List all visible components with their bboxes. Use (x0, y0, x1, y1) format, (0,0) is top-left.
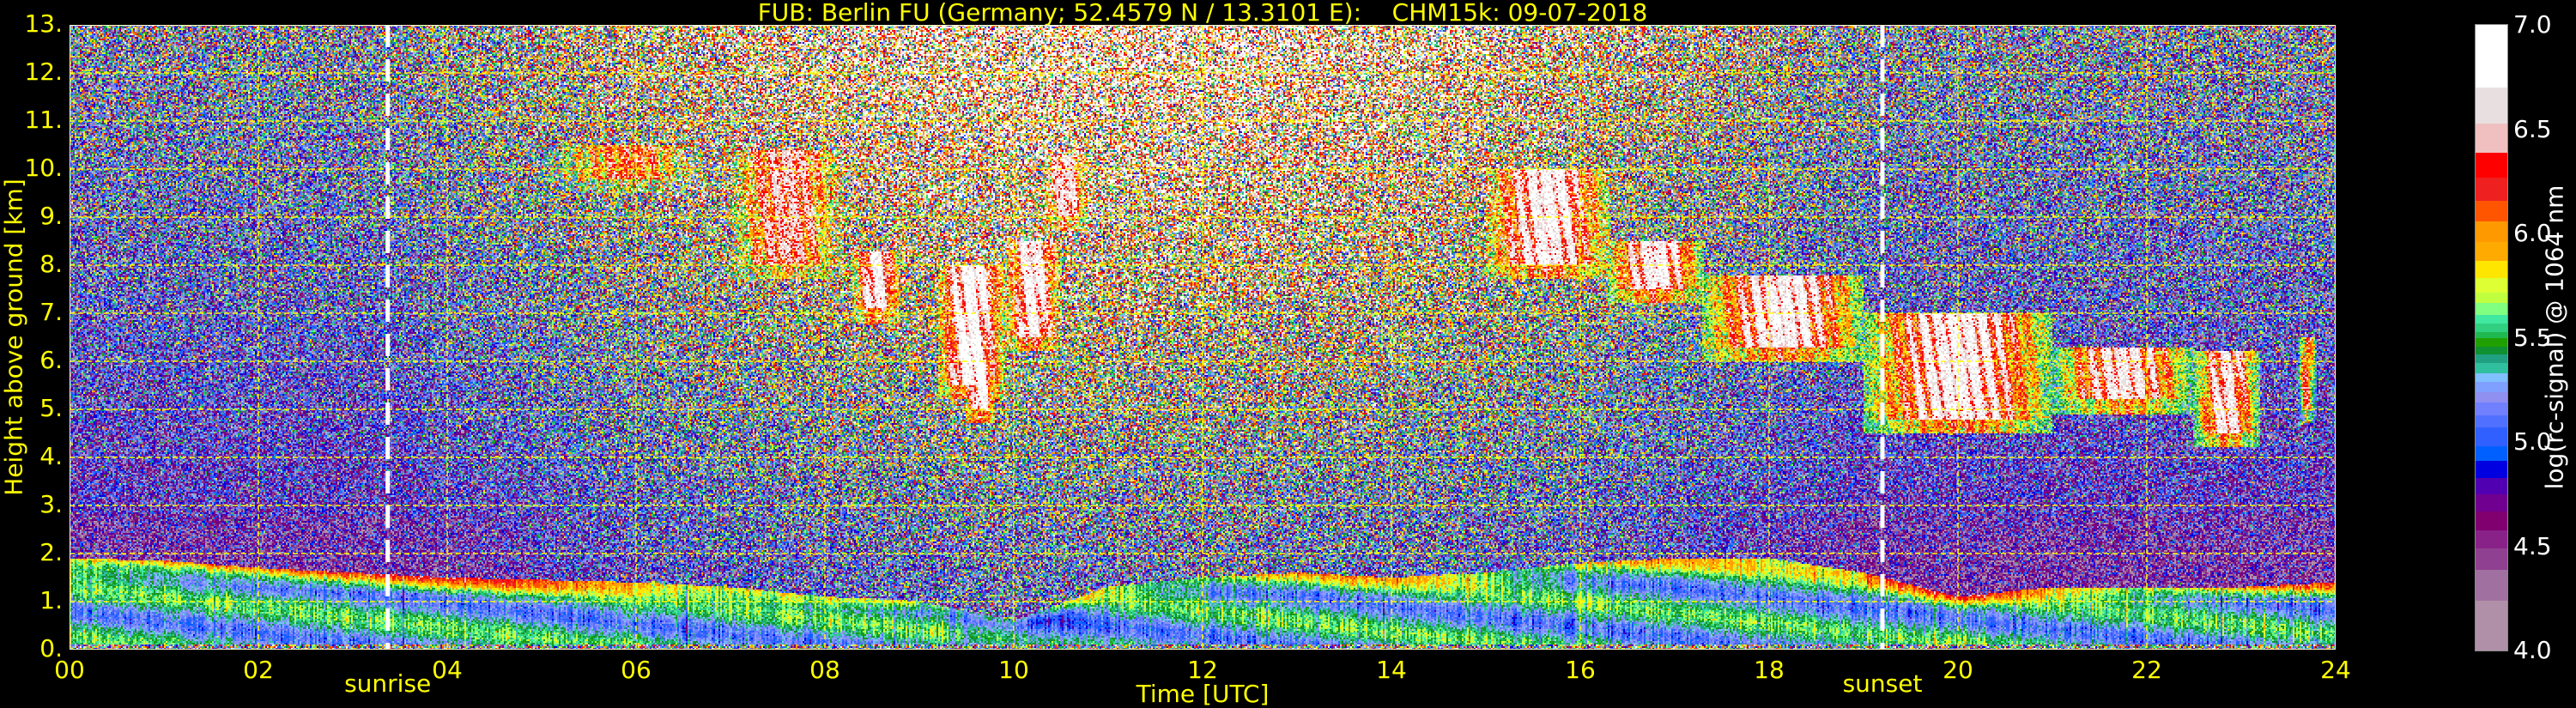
colorbar-segment (2476, 346, 2507, 355)
colorbar-segment (2476, 402, 2507, 415)
colorbar-segment (2476, 241, 2507, 262)
colorbar-segment (2476, 362, 2507, 374)
colorbar-segment (2476, 391, 2507, 403)
y-tick-label: 11. (24, 106, 63, 134)
colorbar-segment (2476, 200, 2507, 221)
y-axis-label: Height above ground [km] (0, 179, 28, 496)
y-tick-label: 5. (39, 394, 63, 422)
colorbar-tick-label: 4.0 (2513, 636, 2552, 664)
colorbar-segment (2476, 427, 2507, 447)
colorbar-segment (2476, 292, 2507, 303)
colorbar-label: log(rc-signal) @ 1064 nm (2540, 185, 2569, 490)
x-axis-label: Time [UTC] (1136, 680, 1270, 708)
colorbar-segment (2476, 415, 2507, 428)
y-tick-label: 8. (39, 250, 63, 278)
colorbar-segment (2476, 221, 2507, 243)
y-tick-label: 9. (39, 202, 63, 230)
y-tick-label: 4. (39, 442, 63, 470)
colorbar-segment (2476, 337, 2507, 347)
colorbar-segment (2476, 372, 2507, 383)
colorbar-segment (2476, 600, 2507, 651)
colorbar-tick-label: 4.5 (2513, 531, 2552, 560)
chart-title: FUB: Berlin FU (Germany; 52.4579 N / 13.… (757, 0, 1648, 27)
colorbar-segment (2476, 260, 2507, 278)
y-tick-label: 13. (24, 9, 63, 38)
y-tick-label: 12. (24, 57, 63, 86)
colorbar-segment (2476, 548, 2507, 570)
y-tick-label: 10. (24, 154, 63, 182)
colorbar-segment (2476, 277, 2507, 293)
colorbar-segment (2476, 123, 2507, 153)
colorbar-segment (2476, 381, 2507, 393)
colorbar-segment (2476, 25, 2507, 88)
colorbar-segment (2476, 445, 2507, 462)
y-tick-label: 2. (39, 538, 63, 566)
y-tick-label: 1. (39, 586, 63, 614)
colorbar-segment (2476, 302, 2507, 316)
colorbar-segment (2476, 354, 2507, 364)
y-tick-label: 3. (39, 490, 63, 518)
colorbar-segment (2476, 477, 2507, 495)
colorbar-segment (2476, 331, 2507, 338)
colorbar-tick-label: 6.5 (2513, 114, 2552, 143)
colorbar-segment (2476, 569, 2507, 602)
y-tick-label: 6. (39, 346, 63, 374)
y-tick-label: 7. (39, 298, 63, 326)
colorbar (2475, 24, 2508, 651)
colorbar-tick-label: 7.0 (2513, 10, 2552, 39)
colorbar-segment (2476, 152, 2507, 178)
colorbar-segment (2476, 511, 2507, 530)
colorbar-segment (2476, 314, 2507, 324)
colorbar-segment (2476, 460, 2507, 478)
plot-area (70, 25, 2336, 650)
colorbar-segment (2476, 493, 2507, 511)
colorbar-segment (2476, 529, 2507, 549)
colorbar-segment (2476, 177, 2507, 201)
grid-overlay (70, 25, 2336, 650)
colorbar-segment (2476, 323, 2507, 332)
colorbar-segment (2476, 87, 2507, 124)
